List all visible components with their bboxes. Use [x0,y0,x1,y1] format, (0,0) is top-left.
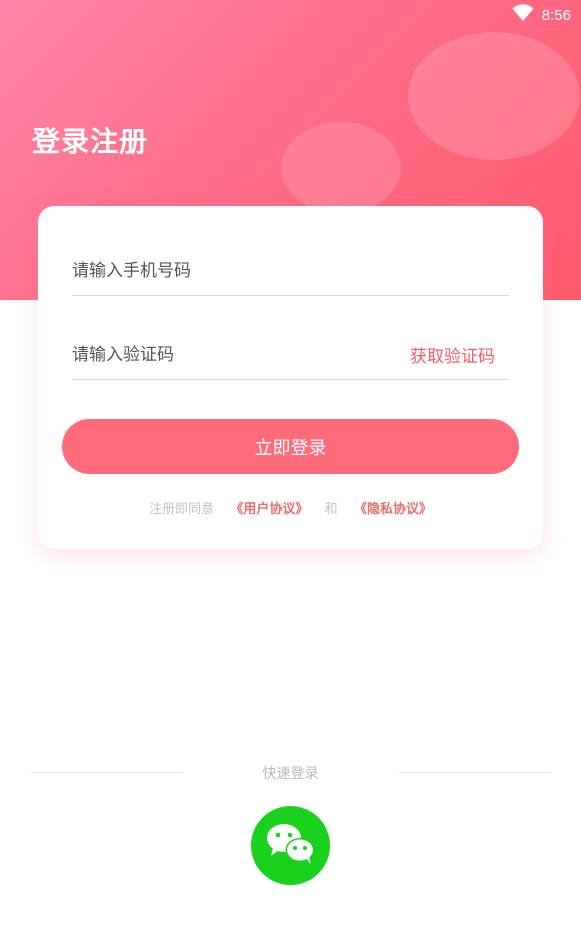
agreement-conjunction: 和 [324,502,338,517]
status-bar: 8:56 [512,4,571,26]
phone-input[interactable] [72,260,509,281]
decorative-bubble [408,32,580,160]
wechat-login-button[interactable] [251,806,330,885]
divider-line [399,772,550,773]
agreement-prefix: 注册即同意 [149,502,215,517]
quick-login-divider: 快速登录 [0,762,581,782]
agreement-text: 注册即同意 《用户协议》 和 《隐私协议》 [38,498,543,517]
code-input[interactable] [72,344,410,365]
user-agreement-link[interactable]: 《用户协议》 [230,502,308,517]
page-title: 登录注册 [32,125,149,158]
decorative-bubble [281,122,401,214]
privacy-policy-link[interactable]: 《隐私协议》 [354,502,432,517]
phone-field [72,246,509,296]
login-button[interactable]: 立即登录 [62,419,519,474]
quick-login-label: 快速登录 [262,766,319,782]
wechat-icon [265,822,317,870]
wifi-icon [512,4,534,26]
status-time: 8:56 [541,6,571,24]
login-card: 获取验证码 立即登录 注册即同意 《用户协议》 和 《隐私协议》 [38,206,543,549]
get-code-button[interactable]: 获取验证码 [410,342,495,367]
code-field: 获取验证码 [72,330,509,380]
